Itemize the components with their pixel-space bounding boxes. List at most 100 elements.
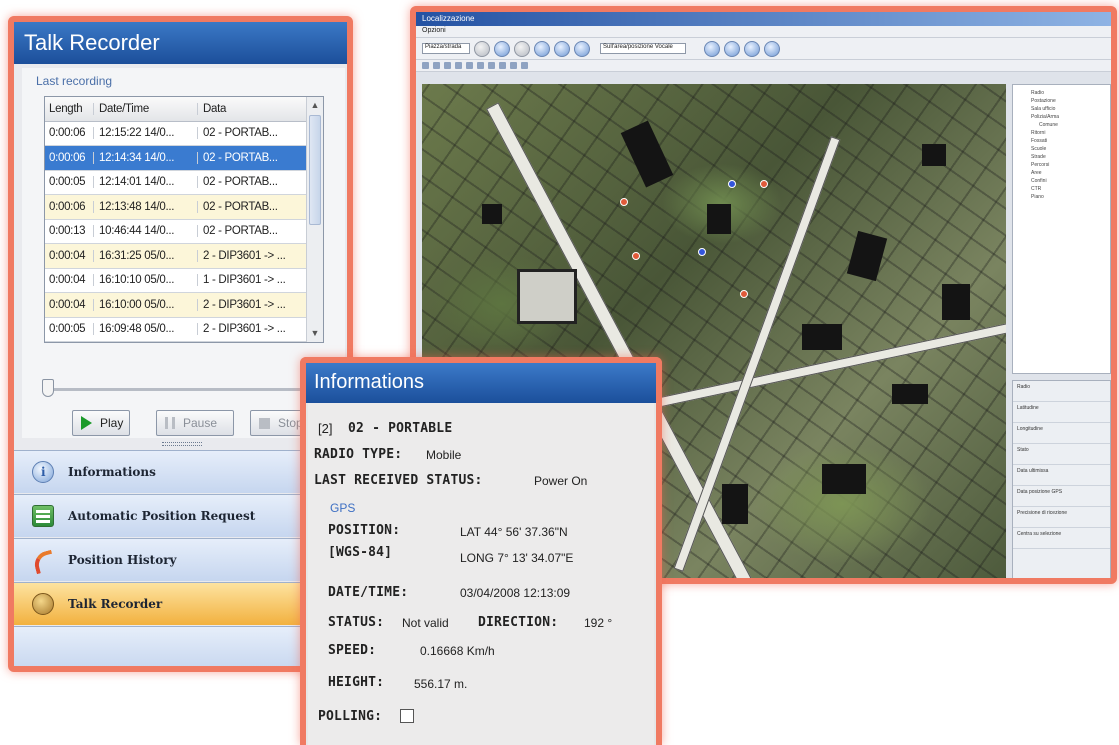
last-recording-label: Last recording <box>36 74 113 88</box>
datetime-label: DATE/TIME: <box>328 585 409 600</box>
tool-measure-icon[interactable] <box>466 62 473 69</box>
height-value: 556.17 m. <box>414 677 468 691</box>
nav-informations[interactable]: Informations <box>14 450 347 493</box>
table-row[interactable]: 0:00:06 12:13:48 14/0... 02 - PORTAB... <box>45 195 323 220</box>
play-label: Play <box>100 416 124 430</box>
radio-properties-panel: Radio Latitudine Longitudine Stato Data ulti… <box>1012 380 1111 578</box>
table-row[interactable]: 0:00:05 12:14:01 14/0... 02 - PORTAB... <box>45 171 323 195</box>
cell-datetime: 12:14:34 14/0... <box>94 151 198 164</box>
column-data[interactable]: Data <box>198 103 294 115</box>
toolbar-gps-icon[interactable] <box>554 40 570 57</box>
toolbar-message-icon[interactable] <box>744 40 760 57</box>
tool-refresh-icon[interactable] <box>510 62 517 69</box>
toolbar-button-icon[interactable] <box>474 40 490 57</box>
scroll-down-icon[interactable]: ▼ <box>307 325 323 342</box>
toolbar-locate-icon[interactable] <box>534 40 550 57</box>
scrollbar-thumb[interactable] <box>309 115 321 225</box>
property-row: Precisione di ricezione <box>1013 507 1110 528</box>
pause-label: Pause <box>183 416 218 430</box>
splitter-grip[interactable] <box>162 442 202 446</box>
table-scrollbar[interactable]: ▲ ▼ <box>306 97 323 342</box>
map-building <box>942 284 970 320</box>
nav-position-history[interactable]: Position History <box>14 538 347 581</box>
polling-checkbox[interactable] <box>400 709 414 723</box>
layer-item[interactable]: Postazione <box>1017 97 1106 105</box>
status-value: Not valid <box>402 616 449 630</box>
layer-item[interactable]: Comune <box>1017 121 1106 129</box>
property-row: Data posizione GPS <box>1013 486 1110 507</box>
toolbar-zoom-icon[interactable] <box>494 40 510 57</box>
tool-zoom-out-icon[interactable] <box>444 62 451 69</box>
column-datetime[interactable]: Date/Time <box>94 102 198 115</box>
pause-button[interactable]: Pause <box>156 410 234 436</box>
layer-item[interactable]: Strade <box>1017 153 1106 161</box>
cell-length: 0:00:04 <box>45 274 94 287</box>
map-menu-options[interactable]: Opzioni <box>416 26 1111 38</box>
toolbar-button-icon[interactable] <box>514 40 530 57</box>
toolbar-radio-icon[interactable] <box>574 40 590 57</box>
radio-marker-icon[interactable] <box>620 198 628 206</box>
map-select-place[interactable]: Piazza/strada <box>422 43 470 54</box>
tool-info-icon[interactable] <box>477 62 484 69</box>
informations-body: [2] 02 - PORTABLE RADIO TYPE: Mobile LAS… <box>308 403 654 745</box>
cell-length: 0:00:06 <box>45 127 94 140</box>
radio-marker-icon[interactable] <box>632 252 640 260</box>
layer-item[interactable]: CTR <box>1017 185 1106 193</box>
column-length[interactable]: Length <box>45 102 94 115</box>
cell-data: 02 - PORTAB... <box>203 200 278 213</box>
radio-type-label: RADIO TYPE: <box>314 447 403 462</box>
layer-item[interactable]: Polizia/Arma <box>1017 113 1106 121</box>
map-window-title: Localizzazione <box>416 12 1111 26</box>
toolbar-call-icon[interactable] <box>704 40 720 57</box>
toolbar-status-icon[interactable] <box>764 40 780 57</box>
toolbar-group-icon[interactable] <box>724 40 740 57</box>
radio-marker-icon[interactable] <box>760 180 768 188</box>
layer-item[interactable]: Ritorni <box>1017 129 1106 137</box>
gps-section-label: GPS <box>330 501 356 515</box>
play-button[interactable]: Play <box>72 410 130 436</box>
tool-select-icon[interactable] <box>455 62 462 69</box>
layer-item[interactable]: Sala ufficio <box>1017 105 1106 113</box>
table-row[interactable]: 0:00:05 16:09:48 05/0... 2 - DIP3601 -> ..… <box>45 318 323 342</box>
table-row[interactable]: 0:00:04 16:10:00 05/0... 2 - DIP3601 -> ..… <box>45 293 323 318</box>
nav-talk-recorder[interactable]: Talk Recorder <box>14 582 347 625</box>
tool-layer-icon[interactable] <box>499 62 506 69</box>
table-row[interactable]: 0:00:04 16:10:10 05/0... 1 - DIP3601 -> ..… <box>45 269 323 293</box>
pause-icon <box>165 417 175 429</box>
radio-type-value: Mobile <box>426 448 462 462</box>
radio-marker-icon[interactable] <box>740 290 748 298</box>
radio-name: 02 - PORTABLE <box>348 421 453 436</box>
playback-slider-knob[interactable] <box>42 379 54 397</box>
playback-slider-track[interactable] <box>44 388 334 391</box>
nav-automatic-position-request[interactable]: Automatic Position Request <box>14 494 347 537</box>
tool-pan-icon[interactable] <box>422 62 429 69</box>
table-row[interactable]: 0:00:04 16:31:25 05/0... 2 - DIP3601 -> ..… <box>45 244 323 269</box>
layer-item[interactable]: Confini <box>1017 177 1106 185</box>
map-select-area[interactable]: Sull'area/posizione Vocale <box>600 43 686 54</box>
layer-tree[interactable]: Radio Postazione Sala ufficio Polizia/Arma C… <box>1012 84 1111 374</box>
tool-save-icon[interactable] <box>521 62 528 69</box>
table-row[interactable]: 0:00:13 10:46:44 14/0... 02 - PORTAB... <box>45 220 323 244</box>
nav-position-history-label: Position History <box>68 553 177 567</box>
scroll-up-icon[interactable]: ▲ <box>307 97 323 114</box>
map-building <box>517 269 577 324</box>
layer-item[interactable]: Percorsi <box>1017 161 1106 169</box>
nav-empty-area <box>14 626 347 666</box>
tool-zoom-in-icon[interactable] <box>433 62 440 69</box>
layer-item[interactable]: Scuole <box>1017 145 1106 153</box>
map-building <box>482 204 502 224</box>
tool-print-icon[interactable] <box>488 62 495 69</box>
property-row: Centra su selezione <box>1013 528 1110 549</box>
cell-data: 02 - PORTAB... <box>203 225 278 238</box>
layer-item[interactable]: Aree <box>1017 169 1106 177</box>
cell-length: 0:00:05 <box>45 176 94 189</box>
table-row[interactable]: 0:00:06 12:14:34 14/0... 02 - PORTAB... <box>45 146 323 171</box>
map-building <box>707 204 731 234</box>
layer-item[interactable]: Piano <box>1017 193 1106 201</box>
radio-marker-icon[interactable] <box>698 248 706 256</box>
layer-item[interactable]: Radio <box>1017 89 1106 97</box>
table-row[interactable]: 0:00:06 12:15:22 14/0... 02 - PORTAB... <box>45 122 323 146</box>
layer-item[interactable]: Fossati <box>1017 137 1106 145</box>
play-icon <box>81 416 92 430</box>
radio-marker-icon[interactable] <box>728 180 736 188</box>
